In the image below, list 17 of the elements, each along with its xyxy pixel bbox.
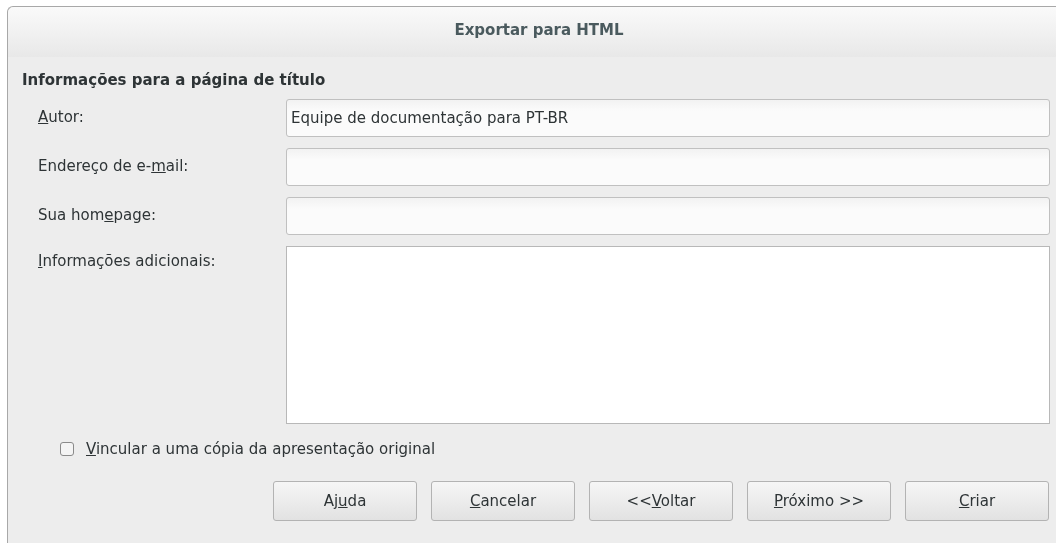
input-field[interactable] — [286, 148, 1050, 186]
input-field[interactable]: Equipe de documentação para PT-BR — [286, 99, 1050, 137]
input-field[interactable] — [286, 197, 1050, 235]
dialog-button[interactable]: Próximo >> — [747, 481, 891, 521]
section-heading: Informações para a página de título — [22, 71, 327, 89]
dialog-button[interactable]: Cancelar — [431, 481, 575, 521]
field-label: Informações adicionais: — [38, 251, 217, 270]
field-label: Endereço de e-mail: — [38, 156, 190, 175]
dialog-button[interactable]: <<Voltar — [589, 481, 733, 521]
checkbox-label: Vincular a uma cópia da apresentação original — [86, 440, 436, 458]
dialog-button[interactable]: Criar — [905, 481, 1049, 521]
text-area[interactable] — [286, 246, 1050, 424]
field-label: Sua homepage: — [38, 205, 158, 224]
window-title: Exportar para HTML — [453, 21, 624, 39]
dialog-button[interactable]: Ajuda — [273, 481, 417, 521]
field-label: Autor: — [38, 107, 85, 126]
checkbox[interactable] — [60, 442, 74, 456]
